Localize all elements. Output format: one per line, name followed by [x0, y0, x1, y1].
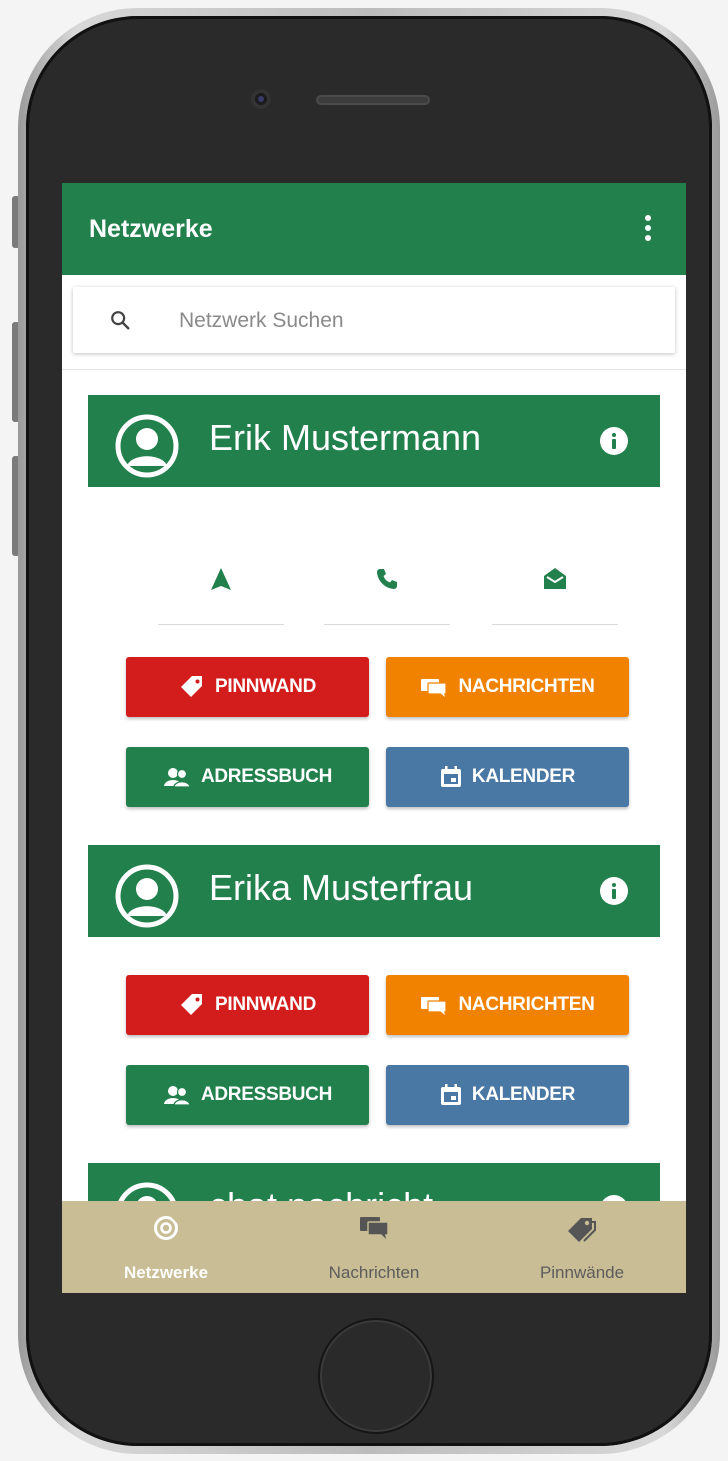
pinnwand-button[interactable]: PINNWAND: [126, 657, 369, 717]
tag-icon: [180, 676, 202, 697]
navigate-button[interactable]: [158, 559, 284, 625]
kalender-label: KALENDER: [471, 766, 576, 787]
search-icon: [111, 311, 130, 330]
avatar-icon: [115, 414, 179, 478]
nachrichten-label: NACHRICHTEN: [458, 676, 595, 697]
email-button[interactable]: [492, 559, 618, 625]
navigation-arrow-icon: [211, 568, 231, 590]
network-card-header[interactable]: Erik Mustermann: [88, 395, 660, 487]
search-input[interactable]: [177, 305, 651, 337]
envelope-open-icon: [544, 568, 566, 589]
network-card-header[interactable]: Erika Musterfrau: [88, 845, 660, 937]
chat-icon: [360, 1217, 389, 1239]
tab-nachrichten[interactable]: Nachrichten: [270, 1201, 478, 1293]
tab-netzwerke[interactable]: Netzwerke: [62, 1201, 270, 1293]
nachrichten-button[interactable]: NACHRICHTEN: [386, 657, 629, 717]
network-name: Erika Musterfrau: [209, 867, 474, 908]
divider: [62, 369, 686, 370]
kalender-button[interactable]: KALENDER: [386, 747, 629, 807]
pinnwand-label: PINNWAND: [214, 994, 317, 1015]
app-screen: Netzwerke Erik Mustermann: [62, 183, 686, 1293]
overflow-menu-icon[interactable]: [642, 215, 654, 245]
tab-label: Netzwerke: [123, 1263, 209, 1282]
nachrichten-label: NACHRICHTEN: [458, 994, 595, 1015]
phone-icon: [377, 569, 397, 589]
home-button[interactable]: [318, 1318, 434, 1434]
adressbuch-label: ADRESSBUCH: [200, 766, 333, 787]
target-icon: [154, 1216, 178, 1240]
contacts-icon: [163, 768, 191, 788]
tab-pinnwaende[interactable]: Pinnwände: [478, 1201, 686, 1293]
front-camera: [251, 89, 271, 109]
adressbuch-label: ADRESSBUCH: [200, 1084, 333, 1105]
info-icon[interactable]: [600, 427, 628, 455]
pinnwand-button[interactable]: PINNWAND: [126, 975, 369, 1035]
avatar-icon: [115, 864, 179, 928]
search-bar: [73, 287, 675, 353]
tag-icon: [568, 1218, 596, 1242]
contacts-icon: [163, 1086, 191, 1106]
network-name: Erik Mustermann: [209, 417, 482, 458]
calendar-icon: [440, 1084, 461, 1105]
tab-label: Pinnwände: [539, 1263, 625, 1282]
bottom-navigation: Netzwerke Nachrichten Pinnwände: [62, 1201, 686, 1293]
chat-icon: [421, 679, 448, 697]
nachrichten-button[interactable]: NACHRICHTEN: [386, 975, 629, 1035]
kalender-label: KALENDER: [471, 1084, 576, 1105]
tag-icon: [180, 994, 202, 1015]
adressbuch-button[interactable]: ADRESSBUCH: [126, 747, 369, 807]
contact-actions: [62, 559, 686, 629]
call-button[interactable]: [324, 559, 450, 625]
info-icon[interactable]: [600, 877, 628, 905]
tab-label: Nachrichten: [328, 1263, 420, 1282]
earpiece-speaker: [316, 95, 430, 105]
app-bar: Netzwerke: [62, 183, 686, 275]
pinnwand-label: PINNWAND: [214, 676, 317, 697]
calendar-icon: [440, 766, 461, 787]
adressbuch-button[interactable]: ADRESSBUCH: [126, 1065, 369, 1125]
kalender-button[interactable]: KALENDER: [386, 1065, 629, 1125]
page-title: Netzwerke: [89, 215, 213, 243]
chat-icon: [421, 997, 448, 1015]
